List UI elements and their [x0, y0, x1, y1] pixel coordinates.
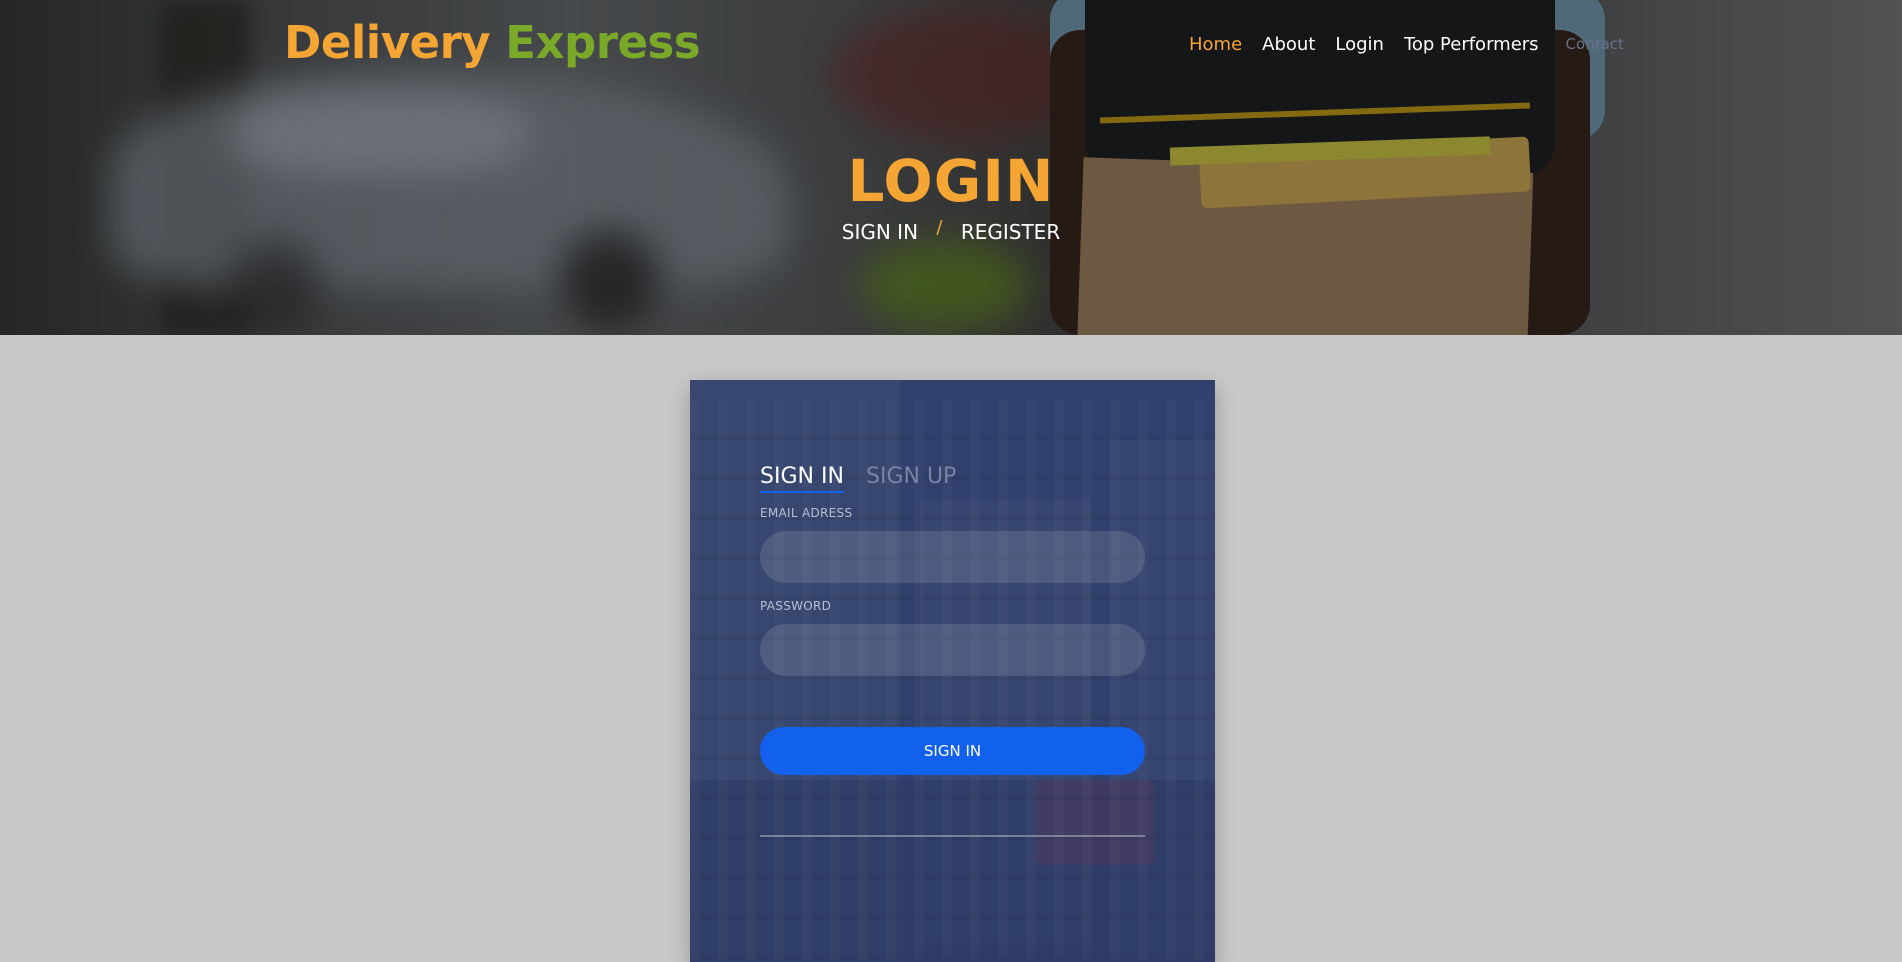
- auth-tabs: SIGN IN SIGN UP: [760, 464, 973, 493]
- brand-name-part1: Delivery: [284, 16, 491, 69]
- divider: [760, 835, 1145, 837]
- breadcrumb-separator: /: [936, 217, 943, 238]
- sign-in-button[interactable]: SIGN IN: [760, 727, 1145, 775]
- nav-login[interactable]: Login: [1335, 34, 1384, 55]
- password-field[interactable]: [760, 624, 1145, 676]
- nav-about[interactable]: About: [1262, 34, 1315, 55]
- login-form: SIGN IN SIGN UP EMAIL ADRESS PASSWORD SI…: [760, 380, 1145, 962]
- email-label: EMAIL ADRESS: [760, 506, 853, 520]
- breadcrumb-register[interactable]: REGISTER: [961, 220, 1060, 244]
- brand-logo[interactable]: Delivery Express: [284, 16, 701, 69]
- main-nav: Home About Login Top Performers Contact: [1189, 34, 1644, 55]
- hero-banner: Delivery Express Home About Login Top Pe…: [0, 0, 1902, 335]
- login-card: SIGN IN SIGN UP EMAIL ADRESS PASSWORD SI…: [690, 380, 1215, 962]
- password-label: PASSWORD: [760, 599, 832, 613]
- nav-contact[interactable]: Contact: [1566, 34, 1624, 55]
- breadcrumb: SIGN IN / REGISTER: [0, 217, 1902, 244]
- tab-sign-up[interactable]: SIGN UP: [866, 464, 956, 491]
- tab-sign-in[interactable]: SIGN IN: [760, 464, 844, 493]
- breadcrumb-sign-in[interactable]: SIGN IN: [842, 220, 918, 244]
- nav-home[interactable]: Home: [1189, 34, 1242, 55]
- brand-name-part2: Express: [505, 16, 701, 69]
- email-field[interactable]: [760, 531, 1145, 583]
- nav-top-performers[interactable]: Top Performers: [1404, 34, 1539, 55]
- page-title: LOGIN: [847, 147, 1055, 215]
